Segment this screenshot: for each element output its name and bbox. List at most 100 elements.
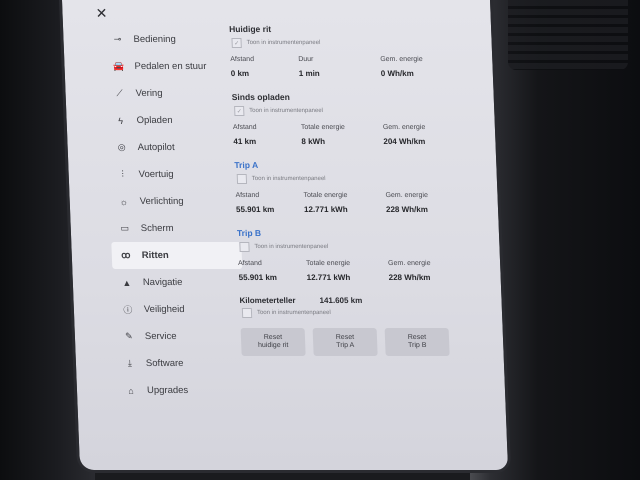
sidebar-item-label: Scherm	[140, 223, 174, 234]
sidebar-item-label: Pedalen en stuur	[134, 61, 207, 72]
checkbox-label: Toon in instrumentenpaneel	[249, 108, 324, 114]
sidebar-item-label: Ritten	[141, 250, 169, 261]
current-trip-section: Huidige rit ✓ Toon in instrumentenpaneel…	[229, 24, 471, 78]
sidebar-item-label: Verlichting	[139, 196, 184, 207]
current-trip-dashboard-checkbox[interactable]: ✓ Toon in instrumentenpaneel	[231, 38, 469, 48]
settings-sidebar: ⊸ Bediening 🚘 Pedalen en stuur ⟋ Vering ϟ Oplad…	[103, 26, 248, 404]
touchscreen: ✕ ⊸ Bediening 🚘 Pedalen en stuur ⟋ Vering ϟ Opl…	[62, 0, 509, 470]
avg-energy-value: 0 Wh/km	[380, 69, 414, 78]
distance-label: Afstand	[237, 260, 263, 267]
distance-label: Afstand	[232, 124, 257, 131]
trip-b-dashboard-checkbox[interactable]: Toon in instrumentenpaneel	[239, 242, 477, 252]
checkbox-label: Toon in instrumentenpaneel	[246, 40, 321, 46]
trip-a-title: Trip A	[234, 160, 259, 170]
sidebar-item-label: Voertuig	[138, 169, 174, 180]
since-charge-dashboard-checkbox[interactable]: ✓ Toon in instrumentenpaneel	[234, 106, 472, 116]
trips-icon: ꝏ	[121, 250, 131, 260]
distance-value: 55.901 km	[235, 205, 275, 214]
bolt-icon: ϟ	[118, 115, 124, 126]
odometer-label: Kilometerteller	[239, 296, 296, 305]
sidebar-item-veiligheid[interactable]: ⓘ Veiligheid	[113, 296, 244, 323]
sidebar-item-autopilot[interactable]: ◎ Autopilot	[107, 134, 238, 161]
safety-icon: ⓘ	[123, 305, 133, 315]
avg-energy-value: 228 Wh/km	[388, 273, 431, 282]
trip-a-dashboard-checkbox[interactable]: Toon in instrumentenpaneel	[236, 174, 475, 184]
duration-value: 1 min	[298, 69, 320, 78]
distance-label: Afstand	[235, 192, 260, 199]
car-icon: 🚘	[112, 61, 125, 71]
sidebar-item-label: Service	[144, 331, 177, 342]
trip-b-section: Trip B Toon in instrumentenpaneel Afstan…	[237, 228, 479, 282]
sidebar-item-label: Opladen	[136, 115, 173, 126]
trips-content: Huidige rit ✓ Toon in instrumentenpaneel…	[229, 24, 482, 356]
sidebar-item-label: Veiligheid	[143, 304, 185, 315]
total-energy-label: Totale energie	[300, 124, 346, 131]
suspension-icon: ⟋	[116, 88, 123, 98]
total-energy-value: 8 kWh	[301, 137, 326, 146]
sidebar-item-label: Vering	[135, 88, 163, 99]
checkbox-label: Toon in instrumentenpaneel	[251, 176, 326, 182]
total-energy-label: Totale energie	[305, 260, 351, 267]
sidebar-item-label: Navigatie	[142, 277, 183, 288]
avg-energy-value: 204 Wh/km	[383, 137, 426, 146]
checkbox-icon[interactable]	[241, 308, 253, 318]
checkbox-label: Toon in instrumentenpaneel	[256, 310, 331, 316]
avg-energy-label: Gem. energie	[380, 56, 423, 63]
odometer-value: 141.605 km	[319, 296, 363, 305]
checkbox-icon[interactable]	[239, 242, 250, 252]
checkbox-icon[interactable]: ✓	[231, 38, 242, 48]
reset-trip-b-button[interactable]: Reset Trip B	[384, 328, 450, 356]
odometer-dashboard-checkbox[interactable]: Toon in instrumentenpaneel	[241, 308, 480, 318]
since-charge-section: Sinds opladen ✓ Toon in instrumentenpane…	[232, 92, 474, 146]
trip-b-title: Trip B	[236, 228, 262, 238]
close-icon[interactable]: ✕	[94, 5, 109, 21]
toggle-icon: ⊸	[113, 34, 122, 44]
sliders-icon: ⫶	[121, 169, 125, 179]
navigation-icon: ▲	[122, 277, 132, 288]
steering-wheel-icon: ◎	[117, 142, 126, 152]
checkbox-icon[interactable]	[236, 174, 248, 184]
reset-trip-a-button[interactable]: Reset Trip A	[312, 328, 378, 356]
sidebar-item-ritten[interactable]: ꝏ Ritten	[111, 242, 243, 269]
sidebar-item-verlichting[interactable]: ☼ Verlichting	[109, 188, 240, 215]
checkbox-icon[interactable]: ✓	[234, 106, 245, 116]
sidebar-item-vering[interactable]: ⟋ Vering	[105, 80, 236, 107]
current-trip-title: Huidige rit	[228, 24, 272, 34]
odometer-section: Kilometerteller 141.605 km Toon in instr…	[239, 296, 480, 318]
sidebar-item-upgrades[interactable]: ⌂ Upgrades	[116, 377, 247, 404]
sidebar-item-label: Software	[145, 358, 184, 369]
download-icon: ⤓	[127, 358, 133, 368]
distance-value: 41 km	[233, 137, 257, 146]
reset-buttons: Reset huidige rit Reset Trip A Reset Tri…	[240, 328, 482, 356]
sidebar-item-label: Upgrades	[146, 385, 189, 396]
trip-a-section: Trip A Toon in instrumentenpaneel Afstan…	[234, 160, 476, 214]
avg-energy-label: Gem. energie	[385, 192, 429, 199]
sidebar-item-navigatie[interactable]: ▲ Navigatie	[112, 269, 243, 296]
sidebar-item-software[interactable]: ⤓ Software	[115, 350, 246, 377]
sidebar-item-service[interactable]: ✎ Service	[114, 323, 245, 350]
sidebar-item-opladen[interactable]: ϟ Opladen	[106, 107, 237, 134]
distance-label: Afstand	[230, 56, 255, 63]
sidebar-item-pedalen-en-stuur[interactable]: 🚘 Pedalen en stuur	[104, 53, 235, 80]
reset-current-trip-button[interactable]: Reset huidige rit	[240, 328, 306, 356]
avg-energy-label: Gem. energie	[382, 124, 426, 131]
sidebar-item-voertuig[interactable]: ⫶ Voertuig	[108, 161, 239, 188]
distance-value: 0 km	[230, 69, 250, 78]
since-charge-title: Sinds opladen	[231, 92, 291, 102]
sidebar-item-scherm[interactable]: ▭ Scherm	[110, 215, 241, 242]
sidebar-item-label: Autopilot	[137, 142, 175, 153]
distance-value: 55.901 km	[238, 273, 278, 282]
sidebar-item-bediening[interactable]: ⊸ Bediening	[103, 26, 234, 53]
total-energy-value: 12.771 kWh	[306, 273, 351, 282]
duration-label: Duur	[298, 56, 314, 63]
total-energy-value: 12.771 kWh	[303, 205, 348, 214]
right-air-vent	[508, 0, 628, 70]
display-icon: ▭	[120, 223, 130, 233]
total-energy-label: Totale energie	[303, 192, 348, 199]
bag-icon: ⌂	[128, 385, 134, 396]
checkbox-label: Toon in instrumentenpaneel	[254, 244, 329, 250]
light-icon: ☼	[119, 196, 129, 207]
avg-energy-label: Gem. energie	[387, 260, 431, 267]
sidebar-item-label: Bediening	[133, 34, 176, 45]
wrench-icon: ✎	[124, 331, 133, 341]
